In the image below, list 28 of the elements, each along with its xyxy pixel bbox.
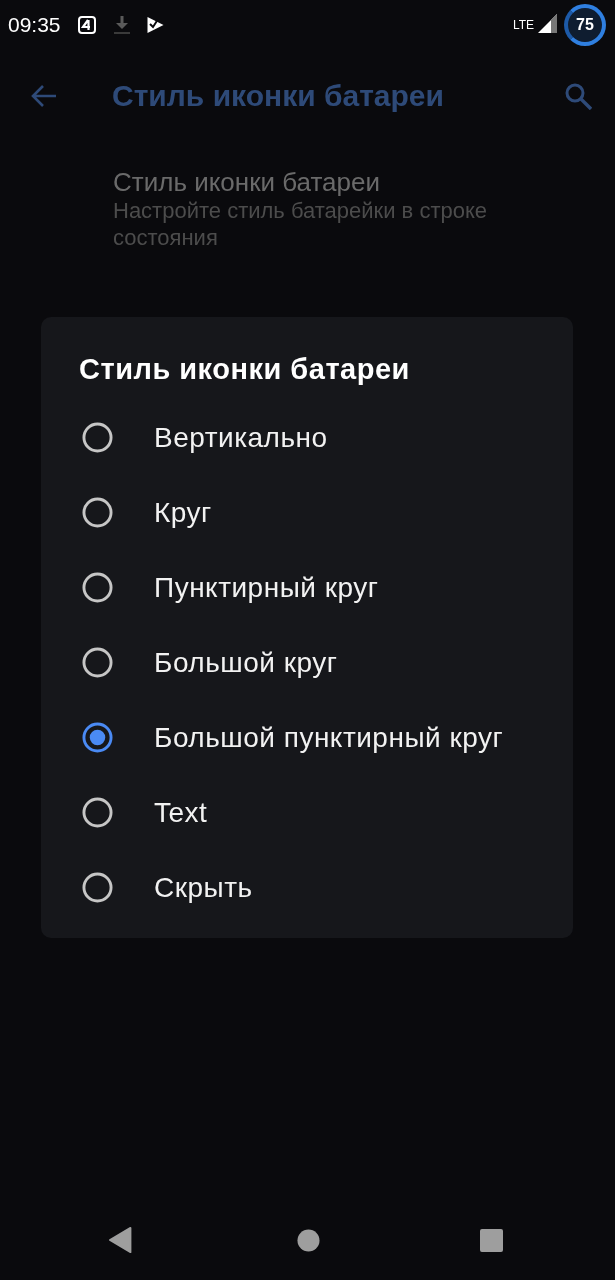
setting-title: Стиль иконки батареи <box>113 167 381 197</box>
square-badge-icon <box>77 16 96 34</box>
dialog-title: Стиль иконки батареи <box>78 353 411 385</box>
radio-icon[interactable] <box>82 497 113 528</box>
radio-icon[interactable] <box>82 572 113 603</box>
radio-option[interactable]: Большой круг <box>41 625 573 700</box>
app-bar-title: Стиль иконки батареи <box>112 79 445 113</box>
radio-option[interactable]: Большой пунктирный круг <box>41 700 573 775</box>
radio-option[interactable]: Пунктирный круг <box>41 550 573 625</box>
setting-item[interactable]: Стиль иконки батареи Настройте стиль батарейки в строке состояния <box>0 142 615 251</box>
radio-option[interactable]: Круг <box>41 475 573 550</box>
radio-icon[interactable] <box>82 422 113 453</box>
status-time: 09:35 <box>8 13 61 37</box>
radio-option[interactable]: Скрыть <box>41 850 573 925</box>
battery-indicator: 75 <box>564 4 606 46</box>
nav-recents-icon[interactable] <box>480 1228 503 1252</box>
signal-icon <box>538 13 557 33</box>
nav-home-icon[interactable] <box>297 1228 320 1252</box>
radio-icon[interactable] <box>82 872 113 903</box>
radio-icon[interactable] <box>82 722 113 753</box>
network-type: LTE <box>512 18 534 32</box>
download-icon <box>113 15 130 35</box>
radio-icon[interactable] <box>82 647 113 678</box>
flag-check-icon <box>145 16 165 34</box>
radio-option[interactable]: Вертикально <box>41 400 573 475</box>
radio-icon[interactable] <box>82 797 113 828</box>
radio-option[interactable]: Text <box>41 775 573 850</box>
setting-summary: Настройте стиль батарейки в строке состояния <box>113 197 489 251</box>
